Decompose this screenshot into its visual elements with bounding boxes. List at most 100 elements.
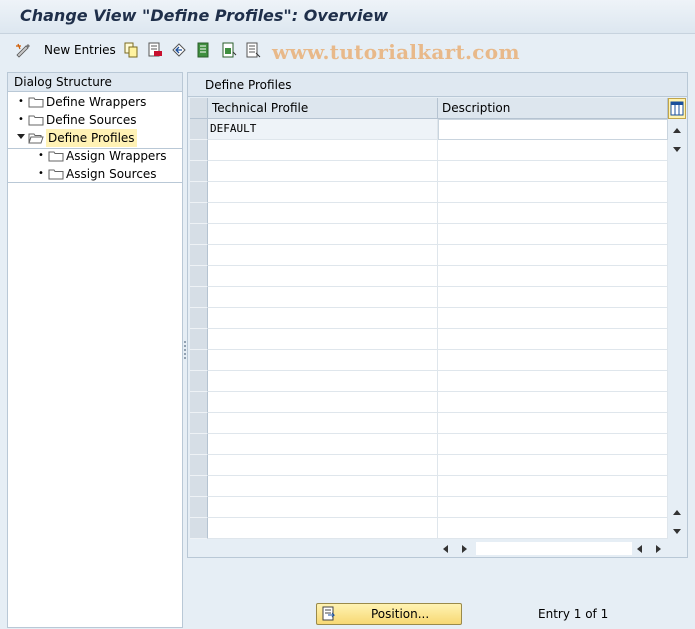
cell-technical-profile [208,434,438,455]
row-selector[interactable] [190,413,208,434]
scroll-page-down-icon[interactable] [672,524,682,538]
title-bar: Change View "Define Profiles": Overview [0,0,695,34]
scroll-down-icon[interactable] [672,142,682,156]
row-selector[interactable] [190,266,208,287]
cell-technical-profile [208,497,438,518]
scroll-end-right-icon[interactable] [654,543,662,557]
row-selector[interactable] [190,476,208,497]
cell-description [438,182,668,203]
tree-item-label: Define Sources [46,113,137,127]
delete-icon[interactable] [146,41,164,59]
cell-description [438,434,668,455]
cell-technical-profile [208,203,438,224]
cell-technical-profile [208,413,438,434]
row-selector[interactable] [190,119,208,140]
open-folder-icon [28,133,44,144]
tree-item-define-wrappers[interactable]: • Define Wrappers [14,93,146,111]
cell-description [438,329,668,350]
scroll-left-icon[interactable] [442,543,450,557]
table-title: Define Profiles [188,73,687,97]
table-panel: Define Profiles Technical Profile Descri… [187,72,688,558]
row-selector[interactable] [190,224,208,245]
cell-technical-profile [208,518,438,539]
position-button[interactable]: Position... [316,603,462,625]
row-selector[interactable] [190,350,208,371]
cell-technical-profile [208,224,438,245]
cell-description [438,266,668,287]
cell-description [438,392,668,413]
table-control: Technical Profile Description DEFAULT [190,98,668,539]
cell-description [438,203,668,224]
cell-description [438,518,668,539]
bullet-icon: • [18,114,24,125]
tree-item-define-sources[interactable]: • Define Sources [14,111,136,129]
cell-technical-profile [208,350,438,371]
column-header-description[interactable]: Description [438,98,668,119]
tree-item-define-profiles[interactable]: Define Profiles [14,129,137,147]
dialog-structure-panel: Dialog Structure • Define Wrappers • Def… [7,72,183,628]
cell-description [438,371,668,392]
row-selector[interactable] [190,434,208,455]
cell-description [438,455,668,476]
row-selector[interactable] [190,308,208,329]
cell-description [438,308,668,329]
scroll-page-up-icon[interactable] [672,506,682,520]
row-selector[interactable] [190,497,208,518]
row-selector[interactable] [190,455,208,476]
cell-description [438,350,668,371]
tree-item-assign-sources[interactable]: • Assign Sources [34,165,157,183]
row-selector[interactable] [190,371,208,392]
expanded-triangle-icon[interactable] [14,129,28,147]
folder-icon [28,97,44,108]
position-button-label: Position... [371,607,430,621]
position-icon [321,606,337,625]
cell-technical-profile [208,392,438,413]
cell-description [438,245,668,266]
cell-technical-profile [208,245,438,266]
cell-technical-profile [208,182,438,203]
column-header-technical-profile[interactable]: Technical Profile [208,98,438,119]
cell-description[interactable] [438,119,668,140]
cell-description [438,497,668,518]
scroll-up-icon[interactable] [672,124,682,138]
cell-technical-profile [208,161,438,182]
row-selector[interactable] [190,161,208,182]
row-selector[interactable] [190,182,208,203]
cell-technical-profile[interactable]: DEFAULT [208,119,438,140]
horizontal-scroll-track[interactable] [476,542,632,555]
new-entries-button[interactable]: New Entries [44,43,116,57]
select-all-rows-cell[interactable] [190,98,208,119]
deselect-all-icon[interactable] [244,41,262,59]
bullet-icon: • [38,150,44,161]
bullet-icon: • [38,168,44,179]
horizontal-scrollbar[interactable] [188,539,687,557]
copy-icon[interactable] [122,41,140,59]
row-selector[interactable] [190,392,208,413]
dialog-structure-header: Dialog Structure [8,73,182,92]
select-block-icon[interactable] [220,41,238,59]
row-selector[interactable] [190,518,208,539]
row-selector[interactable] [190,203,208,224]
row-selector[interactable] [190,329,208,350]
cell-technical-profile [208,308,438,329]
tree-item-assign-wrappers[interactable]: • Assign Wrappers [34,147,167,165]
select-all-icon[interactable] [195,41,213,59]
scroll-right-icon[interactable] [460,543,468,557]
cell-description [438,476,668,497]
undo-icon[interactable] [170,41,188,59]
folder-icon [48,151,64,162]
tree-divider [8,182,182,183]
cell-description [438,224,668,245]
row-selector[interactable] [190,140,208,161]
column-settings-icon[interactable] [668,98,686,119]
cell-technical-profile [208,455,438,476]
row-selector[interactable] [190,287,208,308]
tree-item-label: Assign Wrappers [66,149,167,163]
watermark-text: www.tutorialkart.com [272,40,520,64]
edit-display-icon[interactable] [14,41,32,59]
row-selector[interactable] [190,245,208,266]
tree-item-label: Assign Sources [66,167,157,181]
page-title: Change View "Define Profiles": Overview [20,6,389,25]
scroll-end-left-icon[interactable] [636,543,644,557]
vertical-scrollbar[interactable] [668,98,686,539]
